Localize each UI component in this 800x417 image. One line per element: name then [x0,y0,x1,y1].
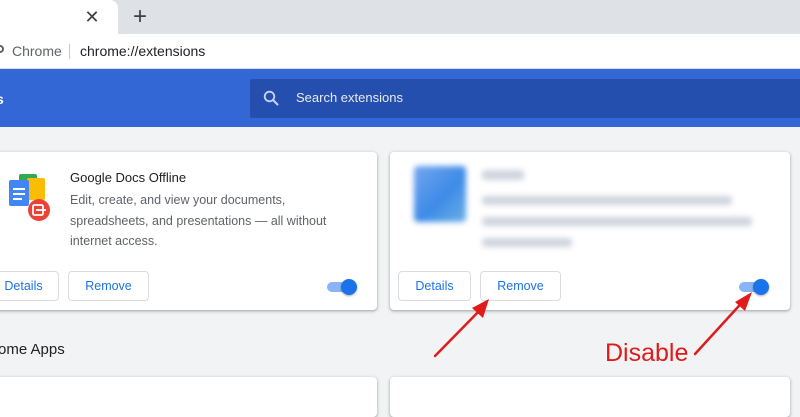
extension-icon-blurred [414,166,466,222]
remove-button[interactable]: Remove [68,271,149,301]
extension-enable-toggle[interactable] [325,277,359,297]
toggle-knob [341,279,357,295]
annotation-disable-label: Disable [605,339,689,367]
description-line: Edit, create, and view your documents, [70,193,286,207]
search-icon [263,90,279,106]
section-title-chrome-apps: rome Apps [0,341,65,358]
description-line: internet access. [70,234,158,248]
description-line-blurred [482,196,732,205]
app-card [390,377,790,417]
omnibox-site-label[interactable]: Chrome [12,43,62,59]
page-title: s [0,91,4,107]
extension-name-blurred [482,170,524,180]
details-button[interactable]: Details [398,271,471,301]
site-info-icon[interactable] [0,45,4,53]
tab-close-icon[interactable]: ✕ [83,5,101,29]
extension-name: Google Docs Offline [70,170,187,185]
arrow-to-remove-button [433,302,488,358]
remove-button[interactable]: Remove [480,271,561,301]
browser-toolbar: Chrome chrome://extensions [0,34,800,69]
extensions-header: s Search extensions [0,69,800,127]
extension-card-docs-offline: Google Docs Offline Edit, create, and vi… [0,152,377,310]
extension-description: Edit, create, and view your documents, s… [70,190,326,252]
omnibox-separator [69,44,70,59]
new-tab-button[interactable]: + [129,4,151,30]
search-extensions-box[interactable]: Search extensions [250,79,800,118]
details-button[interactable]: Details [0,271,59,301]
active-tab[interactable]: ✕ [0,0,118,34]
extension-enable-toggle[interactable] [737,277,771,297]
description-line-blurred [482,238,572,247]
toggle-knob [753,279,769,295]
search-input[interactable]: Search extensions [296,90,403,105]
app-card [0,377,377,417]
description-line-blurred [482,217,752,226]
extension-card-blurred: Details Remove [390,152,790,310]
omnibox-url[interactable]: chrome://extensions [80,43,205,59]
description-line: spreadsheets, and presentations — all wi… [70,213,327,228]
tab-strip: ✕ + [0,0,800,34]
google-docs-offline-icon [9,174,50,221]
